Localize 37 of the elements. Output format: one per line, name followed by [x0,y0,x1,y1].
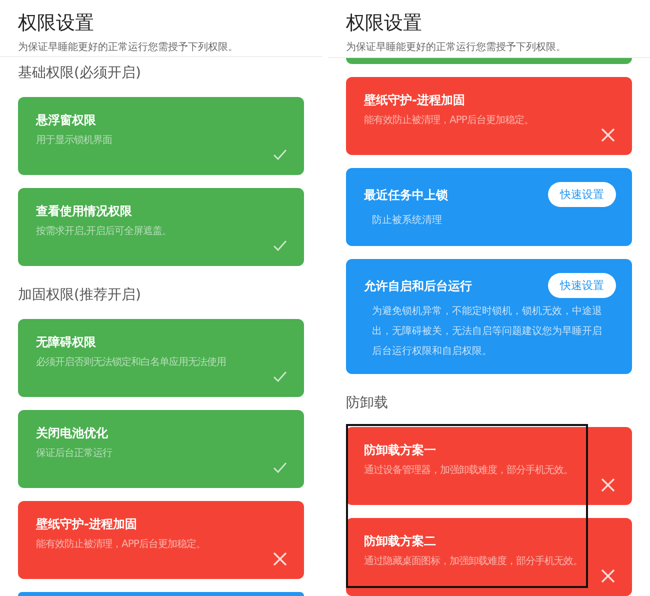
section-heading: 基础权限(必须开启) [17,64,142,83]
card-title: 壁纸守护-进程加固 [364,92,465,109]
close-icon [272,551,288,567]
card-title: 无障碍权限 [36,334,96,351]
check-icon [272,238,288,254]
quick-setup-button[interactable]: 快速设置 [548,273,616,298]
page-title: 权限设置 [18,11,95,36]
close-icon [600,127,616,143]
card-description: 用于显示锁机界面 [36,134,113,148]
check-icon [272,369,288,385]
card-description: 通过隐藏桌面图标，加强卸载难度，部分手机无效。 [364,554,584,569]
card-title: 防卸载方案一 [364,442,436,459]
card-description: 能有效防止被清理，APP后台更加稳定。 [36,538,206,552]
check-icon [272,460,288,476]
card-title: 关闭电池优化 [36,425,108,442]
page-subtitle: 为保证早睡能更好的正常运行您需授予下列权限。 [346,40,567,54]
card-title: 最近任务中上锁 [364,186,448,204]
page-subtitle: 为保证早睡能更好的正常运行您需授予下列权限。 [18,40,239,54]
card-description: 按需求开启,开启后可全屏遮盖。 [36,224,173,239]
close-icon [600,568,616,584]
card-title: 悬浮窗权限 [36,112,96,129]
check-icon [272,147,288,163]
page-title: 权限设置 [346,11,423,36]
card-description: 为避免锁机异常，不能定时锁机，锁机无效，中途退出，无障碍被关，无法自启等问题建议您为早睡开启后台运行权限和自启权限。 [372,304,603,359]
quick-setup-button[interactable]: 快速设置 [548,182,616,207]
card-description: 必须开启否则无法锁定和白名单应用无法使用 [36,356,227,370]
close-icon [600,477,616,493]
section-heading: 防卸载 [345,394,389,413]
card-description: 能有效防止被清理，APP后台更加稳定。 [364,114,534,128]
card-description: 保证后台正常运行 [36,446,114,461]
card-title: 查看使用情况权限 [36,203,132,220]
card-title: 防卸载方案二 [364,533,436,550]
card-description: 防止被系统清理 [372,214,443,228]
card-description: 通过设备管理器，加强卸载难度，部分手机无效。 [364,464,574,478]
section-heading: 加固权限(推荐开启) [17,286,142,305]
card-title: 允许自启和后台运行 [364,278,472,294]
card-title: 壁纸守护-进程加固 [36,516,137,533]
